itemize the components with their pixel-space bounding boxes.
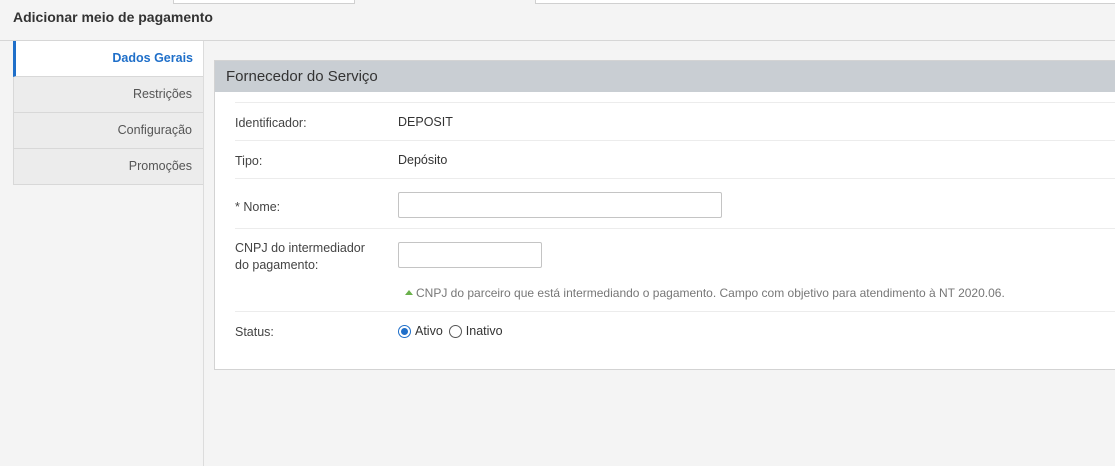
tab-hint-right bbox=[535, 0, 1115, 4]
page-title: Adicionar meio de pagamento bbox=[13, 9, 213, 25]
status-inativo-label[interactable]: Inativo bbox=[466, 324, 503, 338]
identificador-value: DEPOSIT bbox=[398, 115, 453, 129]
status-ativo-radio[interactable] bbox=[398, 324, 411, 338]
cnpj-hint-text: CNPJ do parceiro que está intermediando … bbox=[416, 286, 1005, 300]
nome-label: * Nome: bbox=[235, 200, 281, 214]
row-tipo: Tipo: Depósito bbox=[235, 140, 1115, 178]
cnpj-label-line2: do pagamento: bbox=[235, 258, 319, 272]
row-identificador: Identificador: DEPOSIT bbox=[235, 102, 1115, 140]
cnpj-label: CNPJ do intermediador do pagamento: bbox=[235, 240, 365, 274]
cnpj-hint: CNPJ do parceiro que está intermediando … bbox=[405, 286, 1005, 300]
status-inativo-radio[interactable] bbox=[448, 324, 462, 338]
top-tab-strip bbox=[0, 0, 1115, 4]
panel-title: Fornecedor do Serviço bbox=[215, 61, 1115, 92]
sidebar-divider bbox=[203, 41, 204, 466]
sidebar-item-promocoes[interactable]: Promoções bbox=[13, 149, 204, 185]
identificador-label: Identificador: bbox=[235, 116, 307, 130]
status-radio-group: Ativo Inativo bbox=[398, 324, 509, 338]
cnpj-input[interactable] bbox=[398, 242, 542, 268]
up-arrow-icon bbox=[405, 290, 413, 295]
sidebar-item-dados-gerais[interactable]: Dados Gerais bbox=[13, 41, 204, 77]
tab-hint-left bbox=[173, 0, 355, 4]
form-panel: Fornecedor do Serviço Identificador: DEP… bbox=[214, 60, 1115, 370]
sidebar-item-restricoes[interactable]: Restrições bbox=[13, 77, 204, 113]
row-nome: * Nome: bbox=[235, 178, 1115, 228]
status-ativo-label[interactable]: Ativo bbox=[415, 324, 443, 338]
tipo-label: Tipo: bbox=[235, 154, 263, 168]
sidebar-nav: Dados Gerais Restrições Configuração Pro… bbox=[13, 41, 204, 185]
sidebar-item-configuracao[interactable]: Configuração bbox=[13, 113, 204, 149]
row-status: Status: Ativo Inativo bbox=[235, 311, 1115, 351]
row-cnpj: CNPJ do intermediador do pagamento: CNPJ… bbox=[235, 228, 1115, 311]
tipo-value: Depósito bbox=[398, 153, 448, 167]
cnpj-label-line1: CNPJ do intermediador bbox=[235, 241, 365, 255]
status-label: Status: bbox=[235, 325, 274, 339]
nome-input[interactable] bbox=[398, 192, 722, 218]
